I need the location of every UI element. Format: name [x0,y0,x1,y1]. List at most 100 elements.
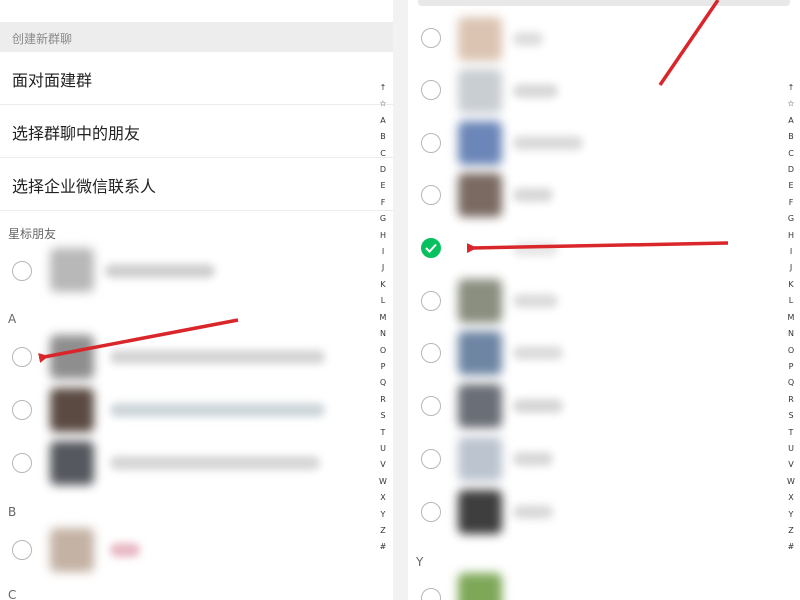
contact-name [513,136,583,150]
index-letter[interactable]: O [376,343,390,359]
contact-checkbox[interactable] [421,588,441,600]
contact-avatar [50,248,94,292]
index-letter[interactable]: E [784,178,798,194]
option-enterprise-contacts-label: 选择企业微信联系人 [12,177,157,196]
index-letter[interactable]: R [784,392,798,408]
index-letter[interactable]: ↑ [784,80,798,96]
index-letter[interactable]: X [376,490,390,506]
contact-name [110,350,325,364]
index-letter[interactable]: I [784,244,798,260]
index-letter[interactable]: M [784,310,798,326]
alphabet-index[interactable]: ↑ ☆ A B C D E F G H I J K L M N O P Q R S T U V W X Y Z # [376,80,390,556]
index-letter[interactable]: F [376,195,390,211]
contact-checkbox-checked[interactable] [421,238,441,258]
contact-name [110,403,325,417]
index-letter[interactable]: J [784,260,798,276]
index-letter[interactable]: V [784,457,798,473]
index-letter[interactable]: S [784,408,798,424]
index-letter[interactable]: N [784,326,798,342]
index-letter[interactable]: O [784,343,798,359]
contact-name [513,32,543,46]
index-letter[interactable]: R [376,392,390,408]
index-letter[interactable]: K [784,277,798,293]
index-letter[interactable]: K [376,277,390,293]
index-letter[interactable]: U [784,441,798,457]
index-letter[interactable]: U [376,441,390,457]
option-face-to-face-label: 面对面建群 [12,71,93,90]
contact-checkbox[interactable] [12,261,32,281]
contact-name [513,84,558,98]
contact-name [513,452,553,466]
index-letter[interactable]: Y [784,507,798,523]
index-letter[interactable]: M [376,310,390,326]
index-letter[interactable]: B [376,129,390,145]
index-letter[interactable]: # [784,539,798,555]
contact-checkbox[interactable] [421,396,441,416]
index-letter[interactable]: S [376,408,390,424]
index-letter[interactable]: B [784,129,798,145]
header-create-group-label: 创建新群聊 [12,32,73,46]
contact-avatar [458,173,502,217]
index-letter[interactable]: ☆ [784,96,798,112]
index-letter[interactable]: V [376,457,390,473]
contact-avatar [458,490,502,534]
index-letter[interactable]: ☆ [376,96,390,112]
contact-avatar [458,17,502,61]
contact-name [110,543,140,557]
contact-checkbox[interactable] [421,185,441,205]
index-letter[interactable]: P [784,359,798,375]
contact-avatar [50,388,94,432]
index-letter[interactable]: C [784,146,798,162]
index-letter[interactable]: C [376,146,390,162]
index-letter[interactable]: H [376,228,390,244]
index-letter[interactable]: J [376,260,390,276]
contact-checkbox[interactable] [421,80,441,100]
index-letter[interactable]: Q [784,375,798,391]
index-letter[interactable]: X [784,490,798,506]
index-letter[interactable]: Z [784,523,798,539]
index-letter[interactable]: T [784,425,798,441]
option-enterprise-contacts[interactable]: 选择企业微信联系人 [0,158,393,210]
index-letter[interactable]: Q [376,375,390,391]
contact-checkbox[interactable] [12,400,32,420]
index-letter[interactable]: Z [376,523,390,539]
index-letter[interactable]: A [784,113,798,129]
checkmark-icon [425,243,437,253]
contact-name [105,264,215,278]
option-select-from-group[interactable]: 选择群聊中的朋友 [0,105,393,157]
contact-checkbox[interactable] [12,347,32,367]
contact-checkbox[interactable] [421,343,441,363]
index-letter[interactable]: N [376,326,390,342]
contact-checkbox[interactable] [421,28,441,48]
alphabet-index[interactable]: ↑ ☆ A B C D E F G H I J K L M N O P Q R S T U V W X Y Z # [784,80,798,556]
contact-checkbox[interactable] [12,540,32,560]
divider [0,210,393,211]
contact-checkbox[interactable] [421,133,441,153]
option-face-to-face[interactable]: 面对面建群 [0,52,393,104]
index-letter[interactable]: D [376,162,390,178]
contact-avatar [458,279,502,323]
contact-checkbox[interactable] [12,453,32,473]
index-letter[interactable]: A [376,113,390,129]
section-label-a: A [8,312,17,326]
index-letter[interactable]: ↑ [376,80,390,96]
index-letter[interactable]: G [376,211,390,227]
index-letter[interactable]: Y [376,507,390,523]
index-letter[interactable]: F [784,195,798,211]
contact-checkbox[interactable] [421,502,441,522]
contact-checkbox[interactable] [421,291,441,311]
index-letter[interactable]: D [784,162,798,178]
index-letter[interactable]: P [376,359,390,375]
index-letter[interactable]: L [784,293,798,309]
index-letter[interactable]: I [376,244,390,260]
index-letter[interactable]: H [784,228,798,244]
index-letter[interactable]: W [784,474,798,490]
index-letter[interactable]: W [376,474,390,490]
index-letter[interactable]: # [376,539,390,555]
contact-checkbox[interactable] [421,449,441,469]
index-letter[interactable]: T [376,425,390,441]
index-letter[interactable]: E [376,178,390,194]
index-letter[interactable]: L [376,293,390,309]
index-letter[interactable]: G [784,211,798,227]
contact-avatar [458,573,502,600]
